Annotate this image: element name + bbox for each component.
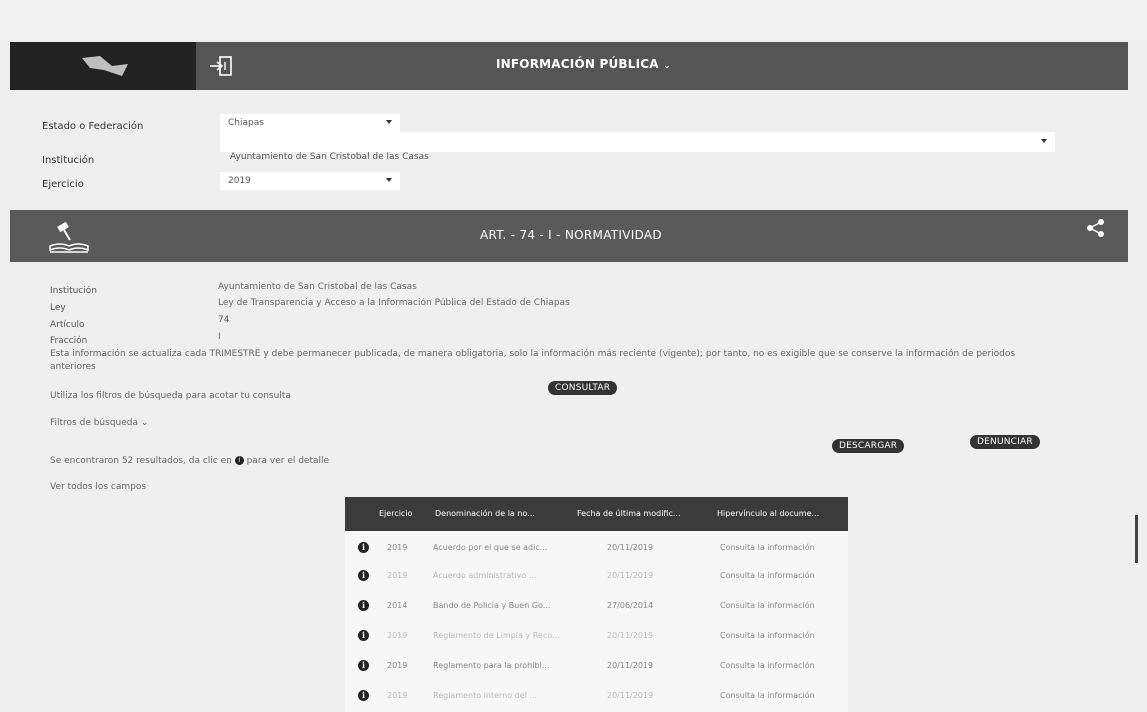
info-articulo-value: 74 bbox=[218, 315, 230, 325]
info-icon[interactable]: i bbox=[358, 660, 369, 671]
caret-down-icon bbox=[1041, 139, 1047, 143]
chevron-down-icon: ⌄ bbox=[140, 418, 149, 428]
consultar-button[interactable]: CONSULTAR bbox=[548, 381, 618, 395]
cell-denominacion: Acuerdo por el que se adic... bbox=[433, 543, 548, 552]
table-row: i 2019 Reglamento interno del ... 20/11/… bbox=[345, 681, 848, 711]
logo-area[interactable] bbox=[10, 42, 196, 90]
cell-ejercicio: 2019 bbox=[387, 661, 408, 670]
estado-select[interactable]: Chiapas bbox=[220, 114, 400, 132]
institucion-label: Institución bbox=[42, 155, 95, 166]
cell-fecha: 27/06/2014 bbox=[607, 601, 654, 610]
info-ley-label: Ley bbox=[50, 303, 66, 313]
info-fraccion-label: Fracción bbox=[50, 336, 88, 346]
info-icon[interactable]: i bbox=[358, 630, 369, 641]
table-row: i 2019 Reglamento para la prohibi... 20/… bbox=[345, 651, 848, 681]
th-fecha[interactable]: Fecha de última modific... bbox=[577, 509, 681, 518]
info-icon[interactable]: i bbox=[358, 600, 369, 611]
site-header: INFORMACIÓN PÚBLICA ⌄ bbox=[10, 42, 1128, 90]
login-icon[interactable] bbox=[208, 54, 236, 78]
th-hipervinculo[interactable]: Hipervínculo al docume... bbox=[717, 509, 819, 518]
scrollbar-thumb[interactable] bbox=[1135, 515, 1138, 563]
results-summary: Se encontraron 52 resultados, da clic en… bbox=[50, 456, 329, 466]
cell-link[interactable]: Consulta la información bbox=[720, 543, 815, 552]
update-note: Esta información se actualiza cada TRIME… bbox=[50, 349, 1016, 372]
estado-label: Estado o Federación bbox=[42, 121, 144, 132]
chevron-down-icon: ⌄ bbox=[663, 61, 671, 71]
cell-fecha: 20/11/2019 bbox=[607, 571, 654, 580]
info-icon: i bbox=[234, 456, 244, 465]
results-text-pre: Se encontraron 52 resultados, da clic en bbox=[50, 456, 232, 466]
cell-denominacion: Reglamento para la prohibi... bbox=[433, 661, 550, 670]
estado-value: Chiapas bbox=[228, 118, 264, 128]
table-row: i 2014 Bando de Policía y Buen Go... 27/… bbox=[345, 591, 848, 621]
cell-link[interactable]: Consulta la información bbox=[720, 661, 815, 670]
ejercicio-select[interactable]: 2019 bbox=[220, 172, 400, 190]
denunciar-button[interactable]: DENUNCIAR bbox=[970, 435, 1040, 449]
table-row: i 2019 Acuerdo por el que se adic... 20/… bbox=[345, 533, 848, 563]
th-ejercicio[interactable]: Ejercicio bbox=[379, 509, 412, 518]
cell-ejercicio: 2019 bbox=[387, 571, 408, 580]
cell-denominacion: Acuerdo administrativo ... bbox=[433, 571, 537, 580]
cell-denominacion: Reglamento de Limpia y Reco... bbox=[433, 631, 560, 640]
info-icon[interactable]: i bbox=[358, 542, 369, 553]
filtros-busqueda-label: Filtros de búsqueda bbox=[50, 418, 139, 428]
results-text-post: para ver el detalle bbox=[246, 456, 330, 466]
page: INFORMACIÓN PÚBLICA ⌄ Estado o Federació… bbox=[0, 0, 1147, 712]
info-icon[interactable]: i bbox=[358, 570, 369, 581]
cell-denominacion: Reglamento interno del ... bbox=[433, 691, 538, 700]
article-title: ART. - 74 - I - NORMATIVIDAD bbox=[480, 228, 662, 242]
cell-denominacion: Bando de Policía y Buen Go... bbox=[433, 601, 551, 610]
caret-down-icon bbox=[386, 178, 392, 182]
results-table: Ejercicio Denominación de la no... Fecha… bbox=[345, 497, 848, 712]
ejercicio-label: Ejercicio bbox=[42, 179, 84, 190]
article-banner: ART. - 74 - I - NORMATIVIDAD bbox=[10, 210, 1128, 262]
institucion-value: Ayuntamiento de San Cristobal de las Cas… bbox=[230, 152, 429, 162]
cell-ejercicio: 2019 bbox=[387, 543, 408, 552]
info-institucion-value: Ayuntamiento de San Cristobal de las Cas… bbox=[218, 282, 417, 292]
info-ley-value: Ley de Transparencia y Acceso a la Infor… bbox=[218, 298, 570, 308]
gavel-book-icon bbox=[49, 222, 89, 253]
cell-link[interactable]: Consulta la información bbox=[720, 691, 815, 700]
table-row: i 2019 Acuerdo administrativo ... 20/11/… bbox=[345, 561, 848, 591]
cell-link[interactable]: Consulta la información bbox=[720, 601, 815, 610]
logo-icon bbox=[82, 56, 128, 76]
cell-ejercicio: 2019 bbox=[387, 691, 408, 700]
cell-fecha: 20/11/2019 bbox=[607, 661, 654, 670]
filtros-busqueda-toggle[interactable]: Filtros de búsqueda ⌄ bbox=[50, 418, 148, 428]
info-articulo-label: Artículo bbox=[50, 320, 85, 330]
ejercicio-value: 2019 bbox=[228, 176, 251, 186]
cell-fecha: 20/11/2019 bbox=[607, 543, 654, 552]
info-icon[interactable]: i bbox=[358, 690, 369, 701]
institucion-select[interactable] bbox=[220, 132, 1055, 152]
cell-fecha: 20/11/2019 bbox=[607, 691, 654, 700]
filters-hint: Utiliza los filtros de búsqueda para aco… bbox=[50, 391, 291, 401]
header-title-text: INFORMACIÓN PÚBLICA bbox=[496, 57, 659, 71]
th-denominacion[interactable]: Denominación de la no... bbox=[435, 509, 535, 518]
table-header: Ejercicio Denominación de la no... Fecha… bbox=[345, 497, 848, 531]
cell-fecha: 20/11/2019 bbox=[607, 631, 654, 640]
info-institucion-label: Institución bbox=[50, 286, 97, 296]
cell-ejercicio: 2019 bbox=[387, 631, 408, 640]
cell-ejercicio: 2014 bbox=[387, 601, 408, 610]
caret-down-icon bbox=[386, 120, 392, 124]
info-fraccion-value: I bbox=[218, 332, 221, 342]
header-menu-title[interactable]: INFORMACIÓN PÚBLICA ⌄ bbox=[496, 57, 671, 71]
cell-link[interactable]: Consulta la información bbox=[720, 571, 815, 580]
cell-link[interactable]: Consulta la información bbox=[720, 631, 815, 640]
table-row: i 2019 Reglamento de Limpia y Reco... 20… bbox=[345, 621, 848, 651]
descargar-button[interactable]: DESCARGAR bbox=[832, 439, 905, 453]
share-icon[interactable] bbox=[1086, 218, 1106, 238]
top-strip bbox=[0, 0, 1147, 40]
ver-todos-link[interactable]: Ver todos los campos bbox=[50, 482, 146, 492]
